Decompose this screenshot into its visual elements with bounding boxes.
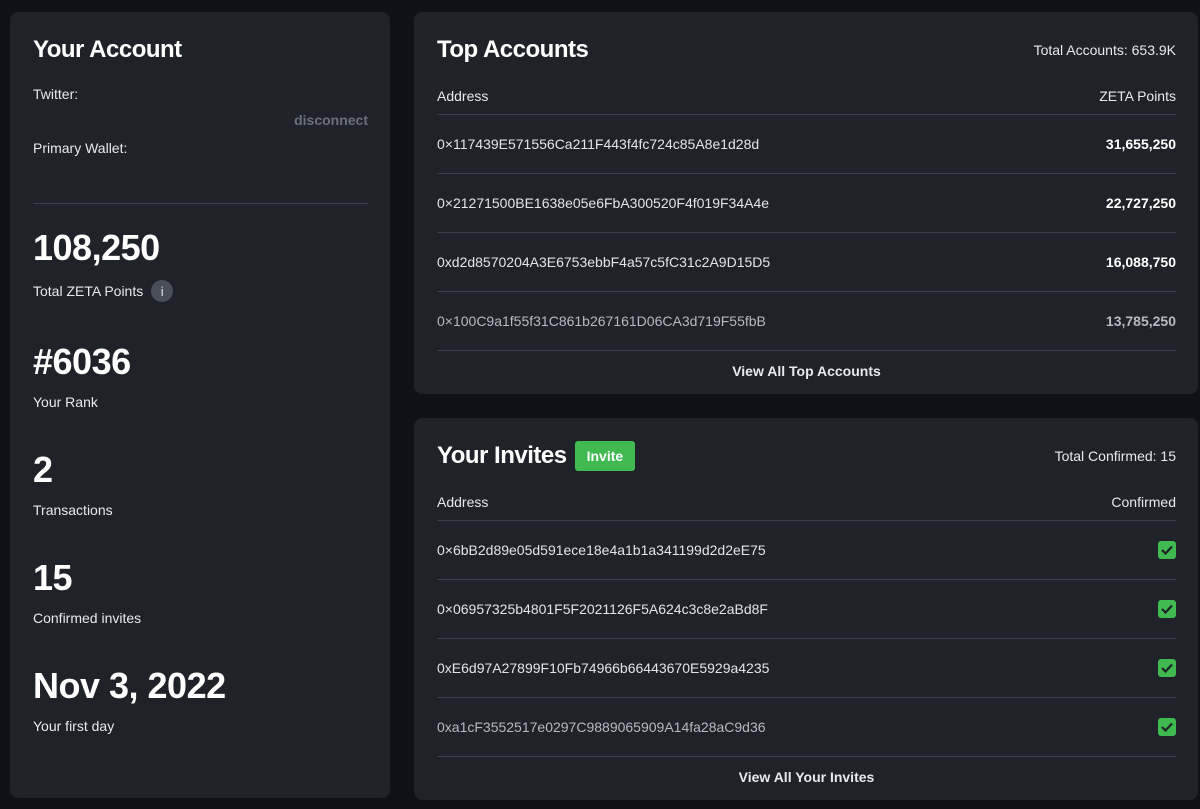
invites-header: Your Invites Invite Total Confirmed: 15 xyxy=(437,418,1176,494)
top-accounts-header: Top Accounts Total Accounts: 653.9K xyxy=(437,12,1176,88)
invite-button[interactable]: Invite xyxy=(574,441,636,471)
check-icon xyxy=(1158,600,1176,618)
total-points-row: Total ZETA Points i xyxy=(33,280,368,302)
table-row: 0×6bB2d89e05d591ece18e4a1b1a341199d2d2eE… xyxy=(437,521,1176,580)
top-accounts-card: Top Accounts Total Accounts: 653.9K Addr… xyxy=(414,12,1198,394)
total-confirmed-count: Total Confirmed: 15 xyxy=(1054,448,1176,464)
stat-confirmed-invites: 15 Confirmed invites xyxy=(33,557,368,627)
table-row: 0×117439E571556Ca211F443f4fc724c85A8e1d2… xyxy=(437,115,1176,174)
info-icon[interactable]: i xyxy=(151,280,174,302)
table-row: 0xE6d97A27899F10Fb74966b66443670E5929a42… xyxy=(437,639,1176,698)
stat-first-day: Nov 3, 2022 Your first day xyxy=(33,665,368,735)
twitter-label: Twitter: xyxy=(33,86,79,102)
total-points-label: Total ZETA Points xyxy=(33,283,144,299)
row-address: 0×06957325b4801F5F2021126F5A624c3c8e2aBd… xyxy=(437,601,768,617)
table-row: 0×100C9a1f55f31C861b267161D06CA3d719F55f… xyxy=(437,292,1176,351)
column-address: Address xyxy=(437,88,489,104)
check-icon xyxy=(1158,718,1176,736)
row-points: 16,088,750 xyxy=(1105,254,1176,270)
transactions-value: 2 xyxy=(33,449,53,490)
table-row: 0xd2d8570204A3E6753ebbF4a57c5fC31c2A9D15… xyxy=(437,233,1176,292)
rank-value: #6036 xyxy=(33,341,131,382)
check-icon xyxy=(1158,541,1176,559)
total-points-value: 108,250 xyxy=(33,227,160,268)
invites-title: Your Invites xyxy=(437,442,567,469)
account-divider xyxy=(33,203,368,204)
column-confirmed: Confirmed xyxy=(1111,494,1176,510)
disconnect-link[interactable]: disconnect xyxy=(33,112,368,128)
row-points: 31,655,250 xyxy=(1105,136,1176,152)
row-address: 0×6bB2d89e05d591ece18e4a1b1a341199d2d2eE… xyxy=(437,542,766,558)
table-row: 0×06957325b4801F5F2021126F5A624c3c8e2aBd… xyxy=(437,580,1176,639)
confirmed-invites-label: Confirmed invites xyxy=(33,610,142,626)
account-title: Your Account xyxy=(33,36,182,63)
view-all-top-accounts-link[interactable]: View All Top Accounts xyxy=(437,363,1176,379)
stat-transactions: 2 Transactions xyxy=(33,449,368,519)
row-address: 0xa1cF3552517e0297C9889065909A14fa28aC9d… xyxy=(437,719,766,735)
top-accounts-title: Top Accounts xyxy=(437,36,589,63)
table-row: 0×21271500BE1638e05e6FbA300520F4f019F34A… xyxy=(437,174,1176,233)
top-accounts-column-header: Address ZETA Points xyxy=(437,88,1176,115)
check-icon xyxy=(1158,659,1176,677)
first-day-value: Nov 3, 2022 xyxy=(33,665,226,706)
row-address: 0xE6d97A27899F10Fb74966b66443670E5929a42… xyxy=(437,660,770,676)
invites-column-header: Address Confirmed xyxy=(437,494,1176,521)
table-row: 0xa1cF3552517e0297C9889065909A14fa28aC9d… xyxy=(437,698,1176,757)
first-day-label: Your first day xyxy=(33,718,115,734)
row-address: 0×100C9a1f55f31C861b267161D06CA3d719F55f… xyxy=(437,313,766,329)
primary-wallet-label: Primary Wallet: xyxy=(33,140,128,156)
column-zeta-points: ZETA Points xyxy=(1099,88,1176,104)
confirmed-invites-value: 15 xyxy=(33,557,73,598)
rank-label: Your Rank xyxy=(33,394,98,410)
row-address: 0×21271500BE1638e05e6FbA300520F4f019F34A… xyxy=(437,195,770,211)
account-card: Your Account Twitter: disconnect Primary… xyxy=(10,12,390,798)
stat-total-points: 108,250 Total ZETA Points i xyxy=(33,230,368,302)
row-points: 22,727,250 xyxy=(1105,195,1176,211)
invites-card: Your Invites Invite Total Confirmed: 15 … xyxy=(414,418,1198,800)
row-points: 13,785,250 xyxy=(1105,313,1176,329)
row-address: 0×117439E571556Ca211F443f4fc724c85A8e1d2… xyxy=(437,136,760,152)
row-address: 0xd2d8570204A3E6753ebbF4a57c5fC31c2A9D15… xyxy=(437,254,771,270)
transactions-label: Transactions xyxy=(33,502,113,518)
column-address: Address xyxy=(437,494,489,510)
view-all-invites-link[interactable]: View All Your Invites xyxy=(437,769,1176,785)
invites-title-wrap: Your Invites Invite xyxy=(437,441,636,471)
stat-rank: #6036 Your Rank xyxy=(33,341,368,411)
total-accounts-count: Total Accounts: 653.9K xyxy=(1033,42,1176,58)
